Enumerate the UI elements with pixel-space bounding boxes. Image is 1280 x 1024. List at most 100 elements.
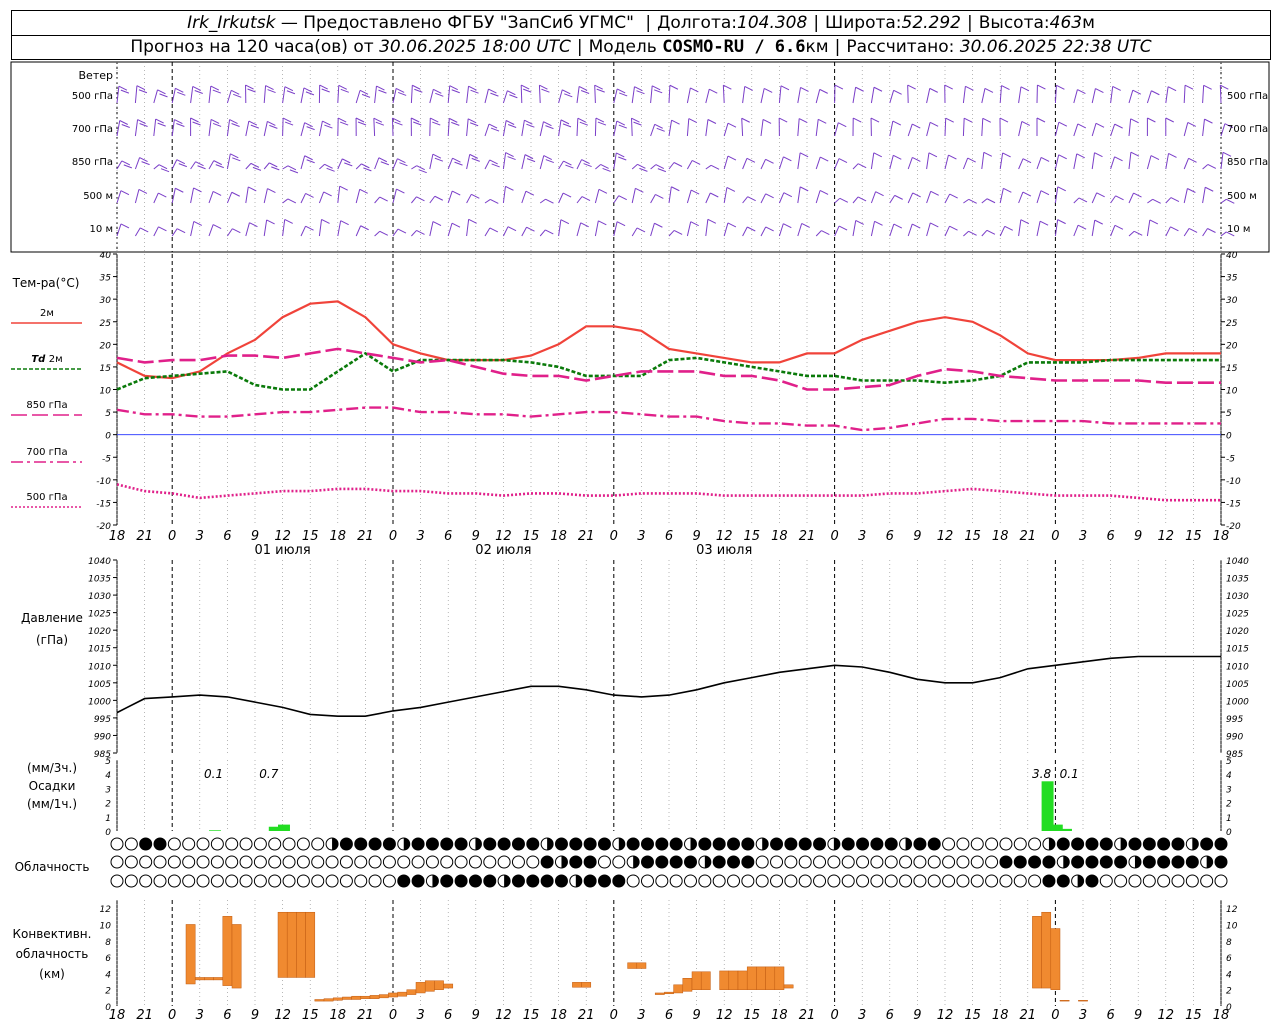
- wind-barb-flag2: [656, 127, 665, 132]
- wind-barb: [926, 87, 938, 104]
- wind-barb-shaft: [300, 122, 306, 137]
- wind-barb-shaft: [318, 219, 323, 237]
- press-title-2: (гПа): [36, 633, 68, 647]
- wind-barb: [1110, 195, 1124, 204]
- wind-barb: [1202, 228, 1216, 237]
- wind-barb-flag2: [123, 164, 132, 169]
- cloud-circle: [454, 874, 468, 888]
- cloud-circle: [253, 874, 267, 888]
- wind-barb-shaft: [134, 227, 141, 237]
- conv-cloud-bar: [636, 962, 647, 969]
- wind-barb: [300, 87, 315, 104]
- cloud-cover-symbol: [225, 837, 239, 851]
- meteogram-chart: Ветер500 гПа 500 гПа700 гПа 700 гПа850 гПа…: [10, 61, 1270, 1023]
- wind-barb-flag: [1188, 157, 1197, 163]
- wind-barb-flag2: [252, 166, 262, 171]
- cloud-cover-symbol: [684, 855, 698, 869]
- wind-barb-flag: [801, 223, 810, 228]
- wind-barb: [797, 152, 809, 170]
- cloud-cover-symbol: [985, 855, 999, 869]
- cloud-cover-symbol: [569, 874, 583, 888]
- wind-barb: [962, 117, 973, 137]
- time-tick-label: 6: [444, 529, 452, 544]
- cloud-half-fill: [704, 856, 711, 868]
- cloud-circle: [612, 855, 626, 869]
- conv-cloud-bar: [783, 984, 794, 989]
- cloud-cover-symbol: [712, 855, 726, 869]
- wind-barb: [668, 84, 679, 104]
- wind-barb: [171, 119, 185, 137]
- wind-barb-flag: [873, 86, 883, 92]
- wind-barb-flag: [930, 190, 939, 196]
- wind-barb-flag: [857, 196, 867, 202]
- wind-barb-flag: [893, 89, 902, 95]
- wind-barb-shaft: [1018, 121, 1023, 137]
- cloud-circle: [325, 855, 339, 869]
- conv-cloud-bar: [1032, 916, 1042, 989]
- cloud-circle: [325, 874, 339, 888]
- press-ytick-left: 1005: [88, 680, 111, 690]
- cloud-circle: [511, 837, 525, 851]
- conv-cloud-bar: [581, 982, 592, 988]
- wind-barb-shaft: [521, 226, 527, 237]
- wind-barb-shaft: [1183, 158, 1190, 170]
- wind-barb-shaft: [834, 225, 840, 237]
- wind-barb: [668, 186, 680, 204]
- time-tick-label: 18: [992, 529, 1009, 544]
- time-tick-label: 21: [799, 1008, 816, 1023]
- cloud-cover-symbol: [741, 874, 755, 888]
- wind-barb-flag: [395, 87, 405, 93]
- cloud-cover-symbol: [497, 874, 511, 888]
- cloud-cover-symbol: [770, 837, 784, 851]
- cloud-circle: [282, 874, 296, 888]
- wind-barb: [576, 159, 592, 170]
- cloud-circle: [784, 874, 798, 888]
- cloud-cover-symbol: [655, 874, 669, 888]
- wind-barb-shaft: [153, 164, 160, 170]
- cloud-circle: [124, 874, 138, 888]
- wind-barb: [502, 152, 516, 170]
- cloud-cover-symbol: [124, 855, 138, 869]
- wind-barb-flag: [269, 162, 278, 168]
- wind-barb: [502, 90, 518, 104]
- wind-barb-shaft: [815, 119, 819, 137]
- cloud-cover-symbol: [1085, 874, 1099, 888]
- wind-barb-flag2: [509, 94, 518, 99]
- wind-barb-shaft: [190, 161, 196, 170]
- wind-barb-shaft: [337, 220, 342, 237]
- wind-barb-shaft: [760, 226, 767, 237]
- cloud-circle: [554, 874, 568, 888]
- wind-barb-flag: [248, 120, 258, 126]
- wind-level-right-0: 500 гПа: [1227, 91, 1268, 102]
- cloud-cover-symbol: [626, 837, 640, 851]
- day-label: 03 июля: [696, 543, 752, 558]
- cloud-cover-symbol: [554, 855, 568, 869]
- cloud-circle: [526, 837, 540, 851]
- wind-barb-flag: [727, 155, 737, 161]
- wind-barb-flag: [139, 157, 148, 163]
- wind-barb-flag2: [250, 124, 260, 129]
- time-tick-label: 15: [523, 529, 540, 544]
- cloud-circle: [956, 874, 970, 888]
- cloud-circle: [841, 874, 855, 888]
- wind-barb-flag: [176, 228, 186, 234]
- wind-barb-shaft: [686, 160, 693, 170]
- cloud-cover-symbol: [727, 855, 741, 869]
- wind-barb-flag: [580, 222, 589, 228]
- cloud-circle: [942, 837, 956, 851]
- cloud-circle: [540, 874, 554, 888]
- wind-barb: [650, 222, 663, 237]
- wind-barb-shaft: [1202, 164, 1209, 170]
- wind-barb-flag: [673, 230, 683, 235]
- time-tick-label: 12: [716, 529, 733, 544]
- cloud-circle: [597, 874, 611, 888]
- wind-barb: [558, 89, 573, 104]
- wind-barb: [447, 222, 461, 237]
- wind-barb: [153, 226, 167, 237]
- wind-barb: [1036, 190, 1050, 204]
- wind-barb-shaft: [907, 157, 913, 170]
- wind-barb-shaft: [1018, 219, 1022, 237]
- wind-barb-flag: [577, 117, 587, 123]
- wind-barb-shaft: [999, 152, 1004, 170]
- wind-barb-flag: [155, 118, 164, 124]
